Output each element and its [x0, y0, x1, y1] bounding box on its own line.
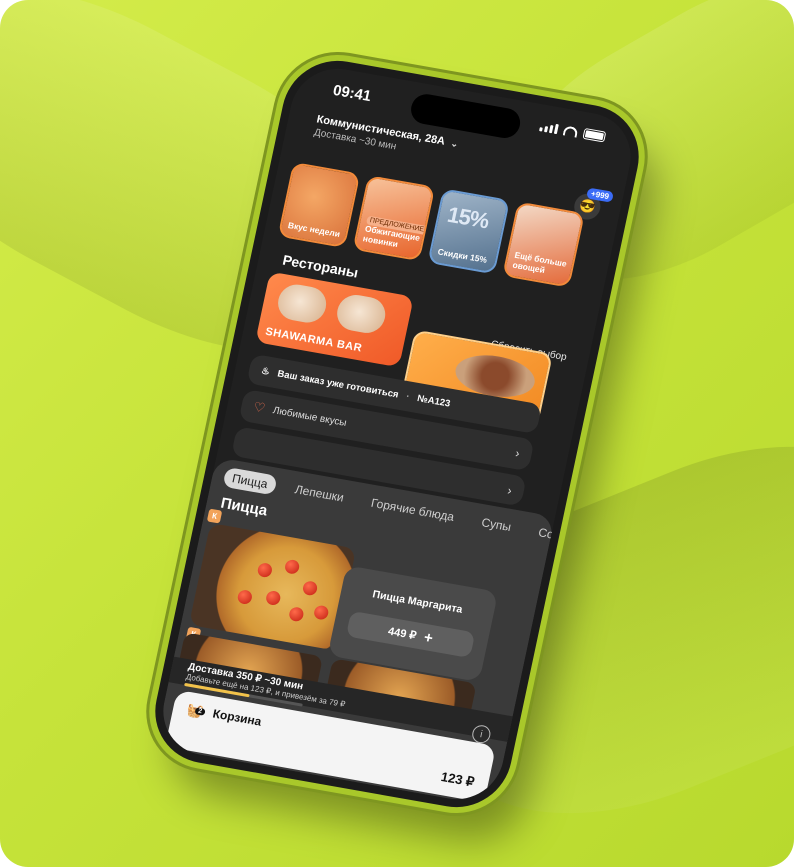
restaurant-name: SHAWARMA BAR — [264, 325, 364, 355]
story-card[interactable]: Ещё больше овощей — [502, 201, 585, 288]
story-label: Ещё больше овощей — [511, 250, 568, 275]
favorites-label: Любимые вкусы — [271, 404, 348, 429]
product-price: 449 ₽ — [386, 625, 418, 642]
battery-icon — [582, 127, 607, 143]
chevron-down-icon: ⌄ — [449, 138, 460, 150]
tab-pizza[interactable]: Пицца — [222, 466, 278, 496]
tab-flatbreads[interactable]: Лепешки — [285, 478, 353, 509]
tab-soups[interactable]: Супы — [472, 511, 521, 539]
chevron-right-icon: › — [506, 483, 514, 498]
cart-total: 123 ₽ — [439, 769, 476, 790]
signal-icon — [539, 121, 559, 134]
tab-hot-dishes[interactable]: Горячие блюда — [361, 491, 464, 528]
restaurant-card-shawarma[interactable]: SHAWARMA BAR — [255, 271, 414, 368]
shawarma-image — [333, 292, 389, 336]
story-big-text: 15% — [445, 201, 491, 234]
pizza-image[interactable] — [188, 522, 357, 651]
status-time: 09:41 — [331, 81, 373, 106]
heart-icon: ♡ — [252, 398, 267, 416]
category-title: Пицца — [219, 494, 269, 520]
chevron-right-icon: › — [514, 446, 521, 461]
background-scene: 09:41 Коммунистическая, 28А ⌄ Доставка ~… — [0, 0, 794, 867]
order-number: №А123 — [416, 392, 452, 410]
plus-icon: + — [422, 628, 435, 647]
story-card[interactable]: ПРЕДЛОЖЕНИЕ Обжигающие новинки — [352, 175, 436, 262]
order-status-text: Ваш заказ уже готовиться — [276, 367, 400, 401]
story-label: Скидки 15% — [436, 246, 489, 265]
add-to-cart-button[interactable]: 449 ₽ + — [345, 610, 476, 659]
story-card[interactable]: Вкус недели — [277, 161, 361, 249]
kitchen-badge: К — [206, 508, 223, 524]
story-card[interactable]: 15% Скидки 15% — [427, 188, 511, 275]
status-icons — [539, 120, 607, 143]
cart-count-badge: 2 — [194, 707, 206, 716]
story-label: Вкус недели — [287, 219, 342, 239]
cart-label: Корзина — [211, 706, 263, 729]
cooking-pot-icon: ♨ — [260, 365, 271, 378]
wifi-icon — [562, 124, 579, 138]
shawarma-image — [274, 281, 330, 326]
